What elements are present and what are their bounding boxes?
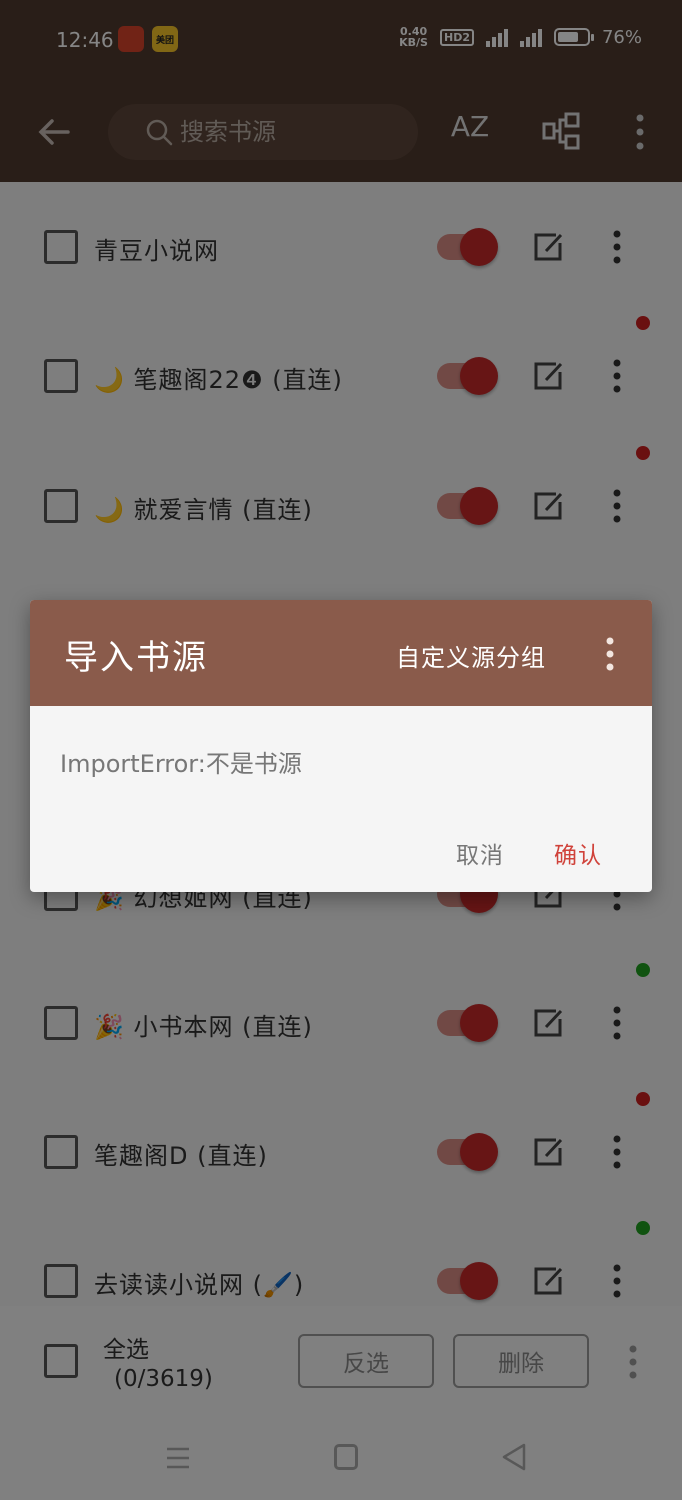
confirm-button[interactable]: 确认 — [554, 836, 602, 870]
import-source-dialog: 导入书源 自定义源分组 ImportError:不是书源 取消 确认 — [30, 600, 652, 892]
dialog-more-icon[interactable] — [600, 634, 620, 674]
dialog-message: ImportError:不是书源 — [60, 750, 302, 778]
cancel-button[interactable]: 取消 — [456, 836, 504, 870]
dialog-title: 导入书源 — [64, 638, 208, 678]
custom-group-button[interactable]: 自定义源分组 — [396, 638, 546, 673]
dialog-header: 导入书源 自定义源分组 — [30, 600, 652, 706]
